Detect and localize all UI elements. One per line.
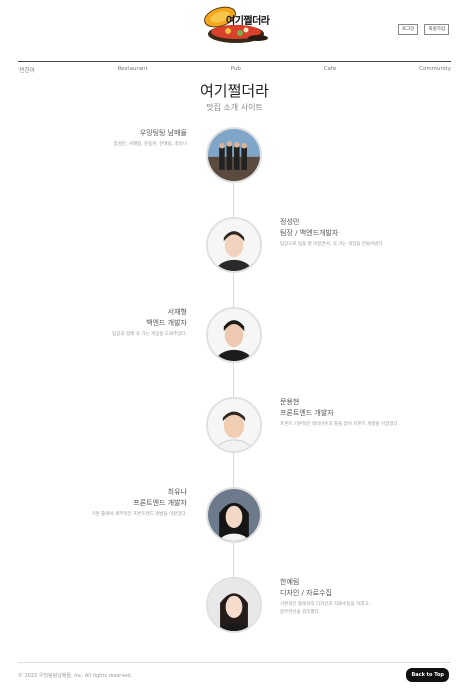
member-avatar xyxy=(206,307,262,363)
login-button[interactable]: 로그인 xyxy=(398,24,419,35)
team-entry-member: 정성민 팀장 / 백엔드개발자 팀장으로 팀을 잘 이끌면서, 꼭 가는 게임을… xyxy=(280,217,384,249)
team-entry-group: 우밍팅팅 남매들 정성민, 서재형, 문용현, 한예림, 최유나 xyxy=(113,128,187,149)
nav-item-cafe[interactable]: Cafe xyxy=(324,66,337,74)
entry-desc: 중부연산을 검토했다. xyxy=(280,610,321,615)
entry-desc: 프론트 기본적인 레이아웃과 틀을 잡아 프론트 개발을 이끌었다. xyxy=(280,422,400,427)
entry-desc: 팀장과 함께 꼭 가는 게임을 도와주었다. xyxy=(112,332,187,337)
entry-desc: 기본 틀에서 세부적인 프론트엔드 개발을 이끌었다. xyxy=(91,512,187,517)
site-logo[interactable]: 여기쩔더라 xyxy=(198,4,274,46)
team-entry-member: 한예림 디자인 / 자료수집 기본적인 틀에서의 디자인과 자료수집을 하였고,… xyxy=(280,577,370,617)
team-entry-member: 최유나 프론트엔드 개발자 기본 틀에서 세부적인 프론트엔드 개발을 이끌었다… xyxy=(91,487,187,519)
signup-button[interactable]: 회원가입 xyxy=(424,24,449,35)
footer-divider xyxy=(18,662,451,663)
team-group-photo xyxy=(206,127,262,183)
entry-role: 디자인 / 자료수집 xyxy=(280,589,332,597)
entry-desc: 기본적인 틀에서의 디자인과 자료수집을 하였고, xyxy=(280,602,370,607)
entry-desc: 팀장으로 팀을 잘 이끌면서, 꼭 가는 게임을 만들어냈다. xyxy=(280,242,384,247)
entry-role: 팀장 / 백엔드개발자 xyxy=(280,229,339,237)
entry-role: 백엔드 개발자 xyxy=(146,319,187,327)
team-entry-member: 서재형 백엔드 개발자 팀장과 함께 꼭 가는 게임을 도와주었다. xyxy=(112,307,187,339)
back-to-top-button[interactable]: Back to Top xyxy=(406,668,449,682)
member-avatar xyxy=(206,397,262,453)
auth-buttons: 로그인 회원가입 xyxy=(398,24,449,35)
entry-name: 문용현 xyxy=(280,398,300,406)
copyright-text: © 2022 우밍팅팅남매들, Inc. All rights reserved… xyxy=(18,673,133,679)
entry-role: 프론트엔드 개발자 xyxy=(133,499,187,507)
member-avatar xyxy=(206,577,262,633)
entry-name: 한예림 xyxy=(280,578,300,586)
page-title: 여기쩔더라 xyxy=(199,82,269,100)
nav-item-pub[interactable]: Pub xyxy=(231,66,241,74)
nav-item-home[interactable]: '찐한어 xyxy=(18,66,35,74)
entry-role: 프론트엔드 개발자 xyxy=(280,409,334,417)
nav-item-community[interactable]: Community xyxy=(419,66,451,74)
entry-desc: 정성민, 서재형, 문용현, 한예림, 최유나 xyxy=(113,142,187,147)
nav-item-restaurant[interactable]: Restaurant xyxy=(118,66,148,74)
entry-name: 최유나 xyxy=(167,488,187,496)
member-avatar xyxy=(206,487,262,543)
entry-name: 우밍팅팅 남매들 xyxy=(139,129,187,137)
logo-text: 여기쩔더라 xyxy=(226,16,270,27)
entry-name: 서재형 xyxy=(167,308,187,316)
member-avatar xyxy=(206,217,262,273)
entry-name: 정성민 xyxy=(280,218,300,226)
team-entry-member: 문용현 프론트엔드 개발자 프론트 기본적인 레이아웃과 틀을 잡아 프론트 개… xyxy=(280,397,399,429)
nav-divider xyxy=(18,61,451,62)
page-subtitle: 맛집 소개 사이트 xyxy=(206,103,263,112)
main-nav: '찐한어 Restaurant Pub Cafe Community xyxy=(18,66,451,74)
